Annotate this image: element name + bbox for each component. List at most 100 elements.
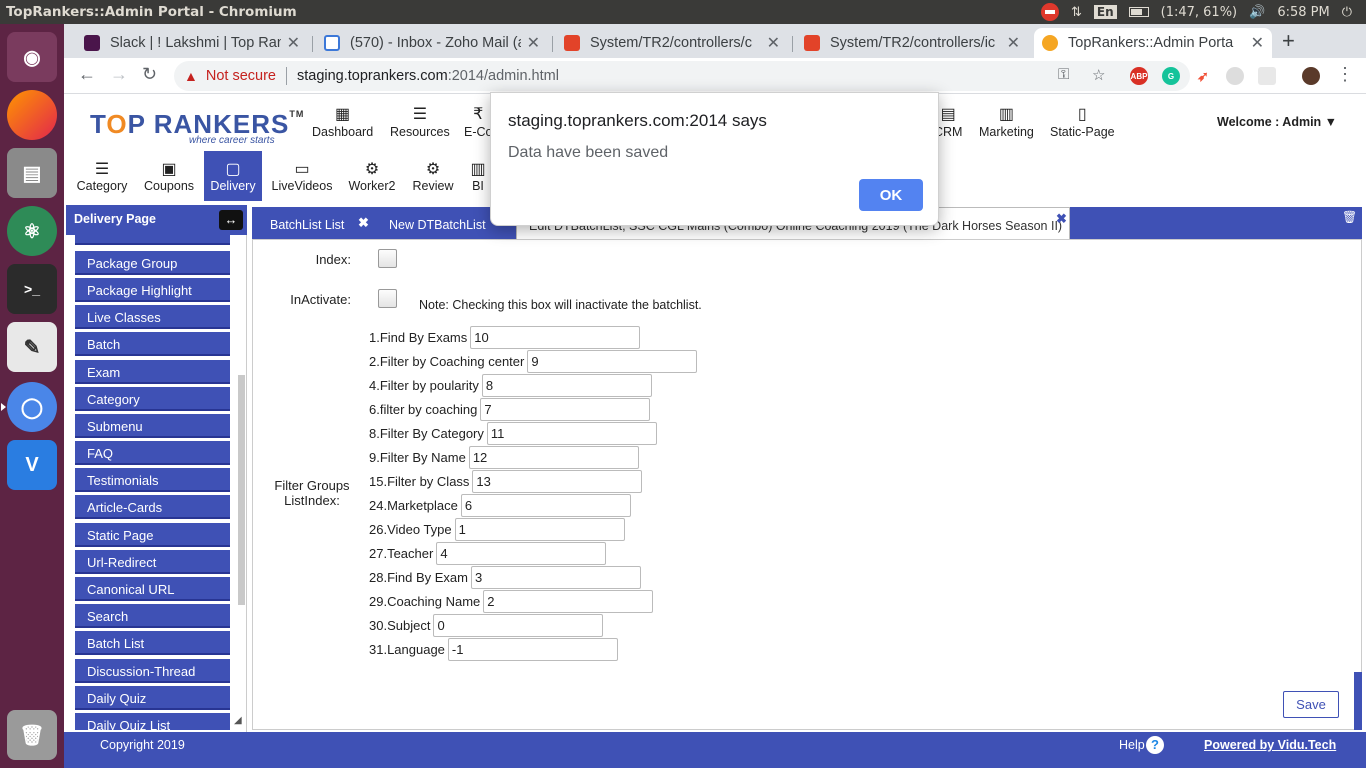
filter-index-input[interactable]	[470, 325, 641, 349]
bookmark-star-icon[interactable]: ☆	[1092, 66, 1105, 84]
nav-ecommerce[interactable]: ₹ E-Co	[464, 105, 492, 139]
sidebar-item-url-redirect[interactable]: Url-Redirect	[75, 550, 230, 574]
sidebar-item-article-cards[interactable]: Article-Cards	[75, 495, 230, 519]
volume-icon[interactable]: 🔊	[1249, 5, 1265, 20]
help-icon[interactable]: ?	[1146, 736, 1164, 754]
filter-index-input[interactable]	[471, 565, 641, 589]
welcome-admin-menu[interactable]: Welcome : Admin ▼	[1217, 115, 1337, 129]
browser-tab-slack[interactable]: Slack | ! Lakshmi | Top Ran ✕	[76, 28, 308, 58]
browser-tab-gitlab-1[interactable]: System/TR2/controllers/c ✕	[556, 28, 788, 58]
do-not-disturb-icon[interactable]	[1040, 3, 1059, 21]
subnav-delivery[interactable]: ▢ Delivery	[204, 151, 262, 201]
sidebar-item-package-highlight[interactable]: Package Highlight	[75, 278, 230, 302]
browser-tab-gitlab-2[interactable]: System/TR2/controllers/ic ✕	[796, 28, 1028, 58]
security-label[interactable]: Not secure	[206, 68, 276, 84]
subnav-review[interactable]: ⚙ Review	[406, 151, 460, 201]
sidebar-item-faq[interactable]: FAQ	[75, 441, 230, 465]
subnav-coupons[interactable]: ▣ Coupons	[138, 151, 200, 201]
filter-index-input[interactable]	[486, 421, 657, 445]
content-scrollbar[interactable]	[1354, 672, 1362, 730]
trash-icon[interactable]: 🗑	[7, 710, 57, 760]
filter-index-input[interactable]	[454, 517, 625, 541]
sidebar-item-daily-quiz[interactable]: Daily Quiz	[75, 686, 230, 710]
vnc-icon[interactable]: V	[7, 440, 57, 490]
menu-dots-icon[interactable]: ⋮	[1336, 64, 1354, 85]
settings-icon[interactable]: ⏻	[1342, 5, 1352, 20]
adblock-icon[interactable]: ABP	[1130, 67, 1148, 85]
nav-marketing[interactable]: ▥ Marketing	[979, 105, 1034, 139]
keyboard-layout[interactable]: En	[1093, 5, 1117, 19]
filter-index-input[interactable]	[468, 445, 639, 469]
filter-index-input[interactable]	[480, 397, 651, 421]
tab-batchlist-list[interactable]: BatchList List	[270, 207, 344, 239]
trash-icon[interactable]: 🗑	[1342, 210, 1357, 224]
sidebar-item-partial[interactable]	[75, 235, 230, 245]
help-link[interactable]: Help	[1119, 738, 1145, 752]
close-icon[interactable]: ✖	[1056, 211, 1067, 227]
ok-button[interactable]: OK	[859, 179, 923, 211]
swift-icon[interactable]: ➶	[1194, 67, 1212, 85]
forward-icon[interactable]: →	[110, 64, 128, 85]
battery-status[interactable]: (1:47, 61%)	[1161, 5, 1238, 20]
inactivate-checkbox[interactable]	[378, 289, 397, 308]
terminal-icon[interactable]: >_	[7, 264, 57, 314]
extension-icon[interactable]	[1226, 67, 1244, 85]
files-icon[interactable]: ▤	[7, 148, 57, 198]
filter-index-input[interactable]	[447, 637, 618, 661]
powered-by-link[interactable]: Powered by Vidu.Tech	[1204, 738, 1336, 752]
close-icon[interactable]: ✕	[767, 33, 780, 53]
filter-index-input[interactable]	[436, 541, 607, 565]
nav-resources[interactable]: ☰ Resources	[390, 105, 450, 139]
sidebar-item-daily-quiz-list[interactable]: Daily Quiz List	[75, 713, 230, 730]
profile-avatar[interactable]	[1302, 67, 1320, 85]
reload-icon[interactable]: ↻	[142, 64, 157, 85]
sidebar-collapse-icon[interactable]: ↔	[219, 210, 243, 230]
sidebar-item-search[interactable]: Search	[75, 604, 230, 628]
sidebar-item-category[interactable]: Category	[75, 387, 230, 411]
browser-tab-zoho[interactable]: (570) - Inbox - Zoho Mail (a ✕	[316, 28, 548, 58]
filter-index-input[interactable]	[472, 469, 643, 493]
grammarly-icon[interactable]: G	[1162, 67, 1180, 85]
nav-dashboard[interactable]: ▦ Dashboard	[312, 105, 373, 139]
subnav-worker2[interactable]: ⚙ Worker2	[342, 151, 402, 201]
sidebar-item-live-classes[interactable]: Live Classes	[75, 305, 230, 329]
close-icon[interactable]: ✕	[287, 33, 300, 53]
firefox-icon[interactable]	[7, 90, 57, 140]
sidebar-item-submenu[interactable]: Submenu	[75, 414, 230, 438]
omnibox[interactable]: ▲ Not secure staging.toprankers.com :201…	[174, 61, 1190, 91]
sidebar-scrollbar[interactable]	[238, 375, 245, 605]
browser-tab-admin-portal[interactable]: TopRankers::Admin Porta ✕	[1034, 28, 1272, 58]
sidebar-item-batch[interactable]: Batch	[75, 332, 230, 356]
save-button[interactable]: Save	[1283, 691, 1339, 718]
close-icon[interactable]: ✕	[1251, 33, 1264, 53]
sidebar-item-canonical-url[interactable]: Canonical URL	[75, 577, 230, 601]
sidebar-item-exam[interactable]: Exam	[75, 360, 230, 384]
tab-new-dtbatchlist[interactable]: New DTBatchList	[389, 207, 486, 239]
new-tab-button[interactable]: +	[1282, 28, 1295, 54]
ubuntu-dash-icon[interactable]: ◉	[7, 32, 57, 82]
clock[interactable]: 6:58 PM	[1277, 5, 1329, 20]
battery-icon[interactable]	[1128, 7, 1149, 17]
chromium-icon[interactable]: ◯	[7, 382, 57, 432]
sidebar-item-package-group[interactable]: Package Group	[75, 251, 230, 275]
resize-handle-icon[interactable]: ◢	[234, 715, 242, 726]
close-icon[interactable]: ✖	[358, 215, 369, 231]
filter-index-input[interactable]	[483, 589, 654, 613]
close-icon[interactable]: ✕	[1007, 33, 1020, 53]
network-icon[interactable]: ⇅	[1071, 5, 1082, 20]
close-icon[interactable]: ✕	[527, 33, 540, 53]
nav-static-page[interactable]: ▯ Static-Page	[1050, 105, 1115, 139]
subnav-livevideos[interactable]: ▭ LiveVideos	[268, 151, 336, 201]
subnav-bi[interactable]: ▥ BI	[464, 151, 492, 201]
text-editor-icon[interactable]: ✎	[7, 322, 57, 372]
sidebar-item-testimonials[interactable]: Testimonials	[75, 468, 230, 492]
filter-index-input[interactable]	[527, 349, 698, 373]
back-icon[interactable]: ←	[78, 64, 96, 85]
extension-icon[interactable]	[1258, 67, 1276, 85]
filter-index-input[interactable]	[481, 373, 652, 397]
sidebar-item-static-page[interactable]: Static Page	[75, 523, 230, 547]
filter-index-input[interactable]	[460, 493, 631, 517]
index-checkbox[interactable]	[378, 249, 397, 268]
sidebar-item-batch-list[interactable]: Batch List	[75, 631, 230, 655]
sidebar-item-discussion-thread[interactable]: Discussion-Thread	[75, 659, 230, 683]
